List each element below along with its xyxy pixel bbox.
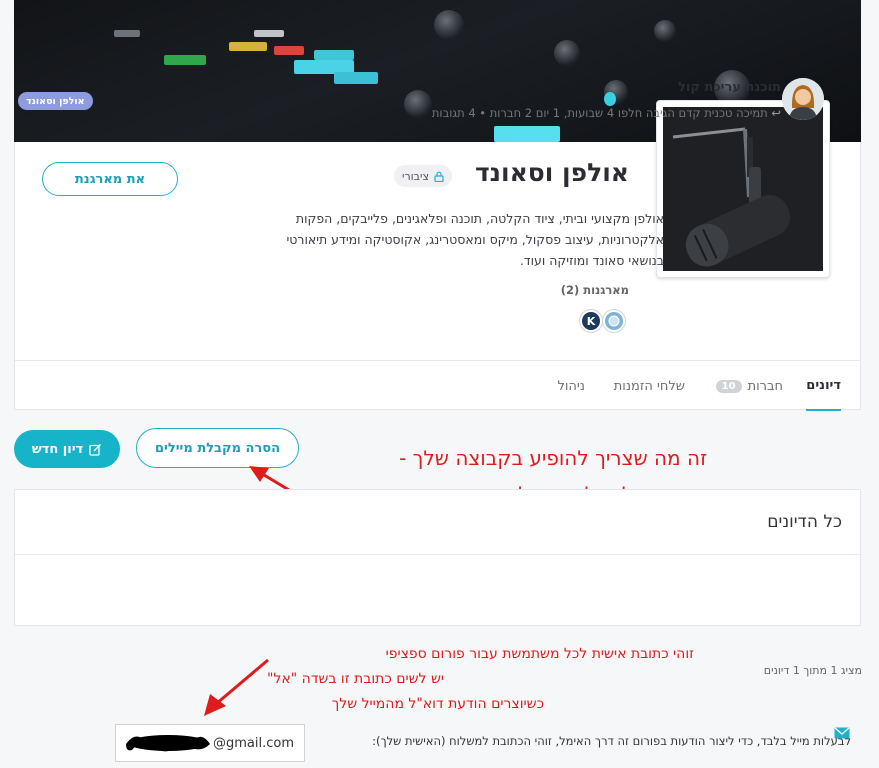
pagination-summary: מציג 1 מתוך 1 דיונים [763, 664, 862, 677]
email-instructions: לבעלות מייל בלבד, כדי ליצור הודעות בפורו… [372, 734, 851, 748]
organizers-label: מארגנות (2) [560, 283, 629, 297]
email-domain: @gmail.com [212, 735, 294, 751]
microphone-image [663, 107, 823, 271]
discussions-list: כל הדיונים [14, 489, 861, 626]
organizer-avatar[interactable] [603, 310, 625, 332]
organizer-status-button[interactable]: את מארגנת [42, 162, 178, 196]
mail-icon [834, 727, 850, 739]
tab-label: חברות [747, 378, 783, 394]
group-avatar [656, 100, 830, 278]
tab-members[interactable]: חברות 10 [715, 361, 783, 411]
discussions-heading: כל הדיונים [767, 512, 842, 532]
visibility-label: ציבורי [402, 169, 430, 183]
discussion-title[interactable]: תוכנת עריכת קול [678, 80, 781, 95]
group-title: אולפן וסאונד [474, 158, 629, 187]
members-count-badge: 10 [715, 379, 742, 393]
new-discussion-button[interactable]: דיון חדש [14, 430, 120, 468]
group-tabs: דיונים חברות 10 שלחי הזמנות ניהול [14, 360, 861, 411]
tab-send-invites[interactable]: שלחי הזמנות [614, 361, 685, 411]
annotation-text: יש לשים כתובת זו בשדה "אל" [267, 671, 444, 687]
annotation-arrow [204, 658, 269, 716]
group-description: אולפן מקצועי וביתי, ציוד הקלטה, תוכנה ופ… [286, 211, 664, 268]
annotation-text: זוהי כתובת אישית לכל משתמשת עבור פורום ס… [385, 646, 694, 662]
globe-icon [608, 315, 620, 327]
author-avatar[interactable] [782, 78, 824, 120]
lock-icon [434, 171, 444, 182]
organizer-initial: K [586, 314, 596, 328]
tab-label: דיונים [806, 377, 841, 393]
discussion-meta-text: תמיכה טכנית קדם הגיבה חלפו 4 שבועות, 1 י… [431, 106, 768, 120]
tab-manage[interactable]: ניהול [557, 361, 585, 411]
tab-label: שלחי הזמנות [613, 378, 685, 394]
group-tag-badge[interactable]: אולפן וסאונד [18, 92, 93, 110]
edit-icon [89, 443, 102, 456]
annotation-text: זה מה שצריך להופיע בקבוצה שלך - [399, 446, 707, 470]
redaction-scribble [126, 735, 210, 752]
visibility-badge: ציבורי [394, 165, 453, 187]
organizer-avatar[interactable]: K [580, 310, 602, 332]
reply-icon: ↩ [771, 106, 781, 120]
new-discussion-label: דיון חדש [31, 441, 84, 457]
annotation-text: כשיוצרים הודעת דוא"ל מהמייל שלך [331, 696, 544, 712]
discussion-meta: ↩ תמיכה טכנית קדם הגיבה חלפו 4 שבועות, 1… [432, 106, 781, 120]
tab-label: ניהול [557, 378, 585, 394]
tab-discussions[interactable]: דיונים [806, 361, 841, 411]
divider [15, 554, 860, 555]
